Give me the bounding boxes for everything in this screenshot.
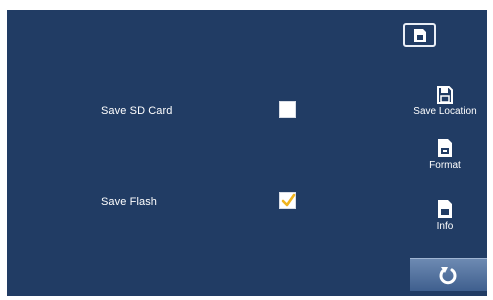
storage-settings-screen: Save SD Card Save Flash Save Location Fo… — [7, 10, 487, 296]
storage-card-icon[interactable] — [403, 23, 436, 47]
save-sd-card-checkbox[interactable] — [279, 101, 296, 118]
sd-card-format-icon — [438, 139, 452, 157]
format-label: Format — [429, 160, 461, 171]
save-location-button[interactable]: Save Location — [402, 86, 488, 117]
save-flash-label: Save Flash — [101, 196, 158, 208]
info-label: Info — [436, 221, 454, 232]
back-button[interactable] — [410, 258, 487, 291]
floppy-disk-icon — [437, 86, 453, 104]
save-flash-checkbox[interactable] — [279, 192, 296, 209]
info-button[interactable]: Info — [402, 199, 488, 232]
sd-card-info-icon — [438, 200, 452, 218]
save-sd-card-label: Save SD Card — [101, 105, 173, 117]
save-location-label: Save Location — [413, 106, 477, 117]
checkmark-icon — [281, 193, 296, 207]
format-button[interactable]: Format — [402, 138, 488, 171]
return-arrow-icon — [439, 267, 457, 285]
